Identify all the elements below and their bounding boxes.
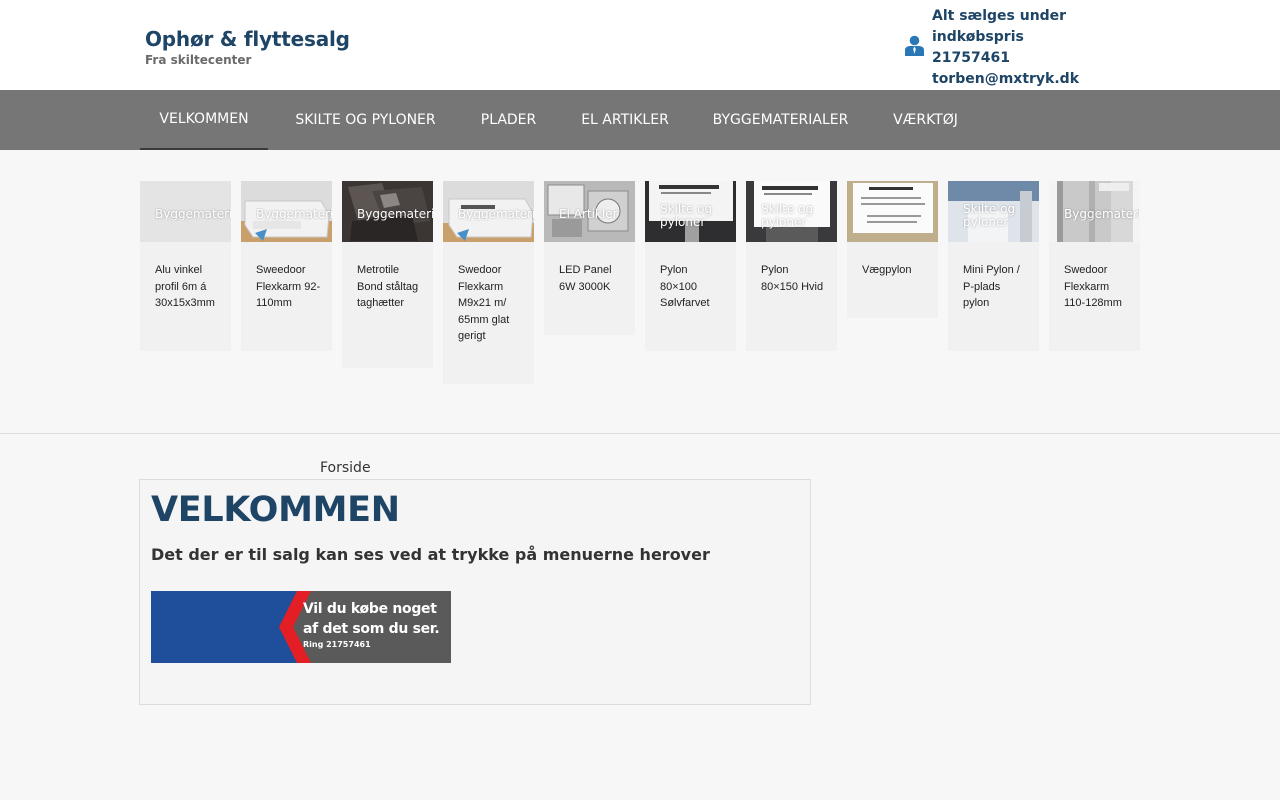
- product-image[interactable]: Skilte og pyloner: [645, 181, 736, 242]
- product-image[interactable]: El Artikler: [544, 181, 635, 242]
- product-card[interactable]: Byggematerialer Swedoor Flexkarm M9x21 m…: [443, 181, 534, 384]
- contact-line: indkøbspris: [932, 29, 1024, 45]
- contact-phone: 21757461: [932, 50, 1010, 66]
- product-name[interactable]: Swedoor Flexkarm M9x21 m/ 65mm glat geri…: [443, 242, 534, 345]
- product-image[interactable]: Byggematerialer: [1049, 181, 1140, 242]
- product-category[interactable]: Byggematerialer: [1064, 208, 1140, 221]
- page: Ophør & flyttesalg Fra skiltecenter Alt …: [0, 0, 1280, 800]
- product-category[interactable]: Byggematerialer: [357, 208, 433, 221]
- breadcrumb[interactable]: Forside: [320, 460, 371, 476]
- content-box: VELKOMMEN Det der er til salg kan ses ve…: [139, 479, 811, 705]
- product-card[interactable]: Skilte og pyloner Mini Pylon / P-plads p…: [948, 181, 1039, 351]
- product-card[interactable]: Vægpylon: [847, 181, 938, 318]
- product-image[interactable]: Byggematerialer: [443, 181, 534, 242]
- product-category[interactable]: Skilte og pyloner: [963, 203, 1039, 229]
- banner-line: af det som du ser.: [303, 621, 440, 637]
- main-nav: VELKOMMEN SKILTE OG PYLONER PLADER EL AR…: [0, 90, 1280, 150]
- product-name[interactable]: Mini Pylon / P-plads pylon: [948, 242, 1039, 312]
- product-name[interactable]: Vægpylon: [847, 242, 938, 279]
- product-name[interactable]: Swedoor Flexkarm 110-128mm: [1049, 242, 1140, 312]
- product-card[interactable]: Byggematerialer Metrotile Bond ståltag t…: [342, 181, 433, 368]
- product-card[interactable]: Byggematerialer Swedoor Flexkarm 110-128…: [1049, 181, 1140, 351]
- product-category[interactable]: Byggematerialer: [155, 208, 231, 221]
- contact-email[interactable]: torben@mxtryk.dk: [932, 69, 1092, 90]
- product-card[interactable]: Byggematerialer Sweedoor Flexkarm 92-110…: [241, 181, 332, 351]
- product-image[interactable]: Byggematerialer: [342, 181, 433, 242]
- product-card[interactable]: Skilte og pyloner Pylon 80×150 Hvid: [746, 181, 837, 351]
- site-brand[interactable]: Ophør & flyttesalg Fra skiltecenter: [145, 27, 350, 67]
- contact-banner[interactable]: Vil du købe noget af det som du ser. Rin…: [151, 591, 451, 663]
- product-category[interactable]: El Artikler: [559, 208, 635, 221]
- intro-text: Det der er til salg kan ses ved at trykk…: [151, 545, 710, 564]
- product-name[interactable]: LED Panel 6W 3000K: [544, 242, 635, 295]
- banner-phone: Ring 21757461: [303, 640, 371, 649]
- product-card[interactable]: Skilte og pyloner Pylon 80×100 Sølvfarve…: [645, 181, 736, 351]
- nav-item-vaerktoej[interactable]: VÆRKTØJ: [875, 90, 976, 150]
- contact-line: Alt sælges under: [932, 8, 1067, 24]
- product-category[interactable]: Skilte og pyloner: [660, 203, 736, 229]
- product-card[interactable]: El Artikler LED Panel 6W 3000K: [544, 181, 635, 335]
- product-name[interactable]: Alu vinkel profil 6m á 30x15x3mm: [140, 242, 231, 312]
- user-icon: [905, 35, 924, 56]
- site-subtitle: Fra skiltecenter: [145, 53, 252, 67]
- product-name[interactable]: Pylon 80×100 Sølvfarvet: [645, 242, 736, 312]
- banner-text: Vil du købe noget af det som du ser. Rin…: [303, 599, 451, 651]
- nav-item-el-artikler[interactable]: EL ARTIKLER: [564, 90, 686, 150]
- product-category[interactable]: Byggematerialer: [458, 208, 534, 221]
- nav-item-skilte-og-pyloner[interactable]: SKILTE OG PYLONER: [278, 90, 453, 150]
- nav-item-velkommen[interactable]: VELKOMMEN: [140, 90, 268, 150]
- product-image[interactable]: Skilte og pyloner: [746, 181, 837, 242]
- product-image[interactable]: [847, 181, 938, 242]
- nav-item-byggematerialer[interactable]: BYGGEMATERIALER: [696, 90, 865, 150]
- nav-item-plader[interactable]: PLADER: [463, 90, 554, 150]
- product-category[interactable]: Skilte og pyloner: [761, 203, 837, 229]
- product-category[interactable]: Byggematerialer: [256, 208, 332, 221]
- product-name[interactable]: Sweedoor Flexkarm 92-110mm: [241, 242, 332, 312]
- contact-lines: Alt sælges under indkøbspris 21757461 to…: [932, 6, 1092, 90]
- product-image[interactable]: Byggematerialer: [140, 181, 231, 242]
- banner-line: Vil du købe noget: [303, 601, 437, 617]
- site-header: Ophør & flyttesalg Fra skiltecenter Alt …: [0, 0, 1280, 90]
- page-title: VELKOMMEN: [151, 490, 400, 530]
- product-image[interactable]: Byggematerialer: [241, 181, 332, 242]
- product-strip: Byggematerialer Alu vinkel profil 6m á 3…: [0, 150, 1280, 434]
- site-title[interactable]: Ophør & flyttesalg: [145, 27, 350, 51]
- product-image[interactable]: Skilte og pyloner: [948, 181, 1039, 242]
- product-name[interactable]: Metrotile Bond ståltag taghætter: [342, 242, 433, 312]
- product-card[interactable]: Byggematerialer Alu vinkel profil 6m á 3…: [140, 181, 231, 351]
- product-name[interactable]: Pylon 80×150 Hvid: [746, 242, 837, 295]
